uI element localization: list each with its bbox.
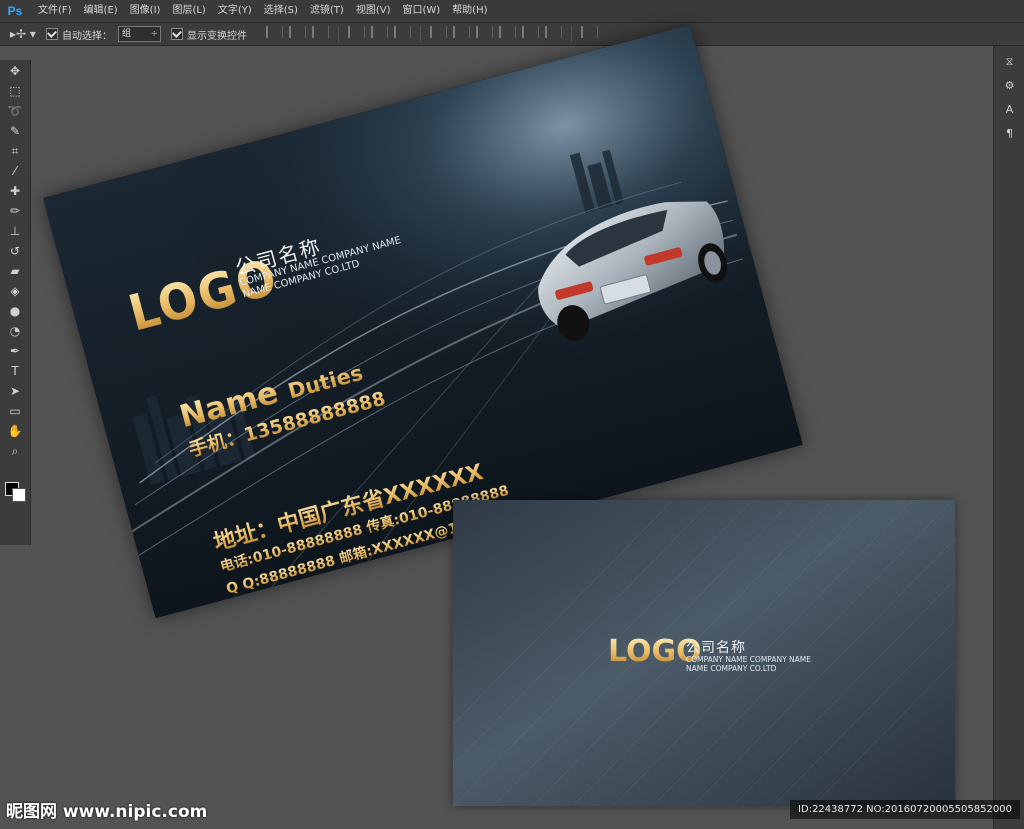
panel-dock: ⧖ ⚙ A ¶: [993, 46, 1024, 829]
path-select-tool-icon[interactable]: ➤: [4, 382, 26, 400]
menu-image[interactable]: 图像(I): [124, 0, 167, 22]
tools-panel: ✥ ⬚ ➰ ✎ ⌗ ⁄ ✚ ✏ ⊥ ↺ ▰ ◈ ● ◔ ✒ T ➤ ▭ ✋ ⌕: [0, 60, 31, 545]
back-company-sub-line-1: COMPANY NAME COMPANY NAME: [686, 655, 812, 664]
back-company-sub-line-2: NAME COMPANY CO.LTD: [686, 664, 777, 673]
eraser-tool-icon[interactable]: ▰: [4, 262, 26, 280]
menu-filter[interactable]: 滤镜(T): [304, 0, 350, 22]
menu-bar: Ps 文件(F) 编辑(E) 图像(I) 图层(L) 文字(Y) 选择(S) 滤…: [0, 0, 1024, 23]
auto-align-icon[interactable]: [581, 26, 598, 38]
separator: [571, 26, 572, 42]
back-business-card[interactable]: LOGO 公司名称 COMPANY NAME COMPANY NAME NAME…: [453, 500, 955, 806]
brush-tool-icon[interactable]: ✏: [4, 202, 26, 220]
move-tool-icon[interactable]: ✥: [4, 62, 26, 80]
show-transform-label: 显示变换控件: [187, 30, 247, 42]
dodge-tool-icon[interactable]: ◔: [4, 322, 26, 340]
menu-type[interactable]: 文字(Y): [212, 0, 258, 22]
menu-help[interactable]: 帮助(H): [446, 0, 493, 22]
menu-edit[interactable]: 编辑(E): [78, 0, 124, 22]
distribute-left-icon[interactable]: [499, 26, 516, 38]
menu-layer[interactable]: 图层(L): [166, 0, 211, 22]
site-watermark: 昵图网 www.nipic.com: [6, 802, 208, 822]
menu-view[interactable]: 视图(V): [350, 0, 397, 22]
paint-bucket-tool-icon[interactable]: ◈: [4, 282, 26, 300]
align-right-icon[interactable]: [394, 26, 411, 38]
auto-select-checkbox[interactable]: [46, 28, 58, 40]
hand-tool-icon[interactable]: ✋: [4, 422, 26, 440]
align-top-icon[interactable]: [266, 26, 283, 38]
distribute-vcenter-icon[interactable]: [453, 26, 470, 38]
move-tool-preset-icon[interactable]: ▸✢ ▾: [10, 25, 36, 43]
back-company-name: 公司名称: [686, 640, 746, 656]
quick-select-tool-icon[interactable]: ✎: [4, 122, 26, 140]
distribute-bottom-icon[interactable]: [476, 26, 493, 38]
menu-window[interactable]: 窗口(W): [396, 0, 446, 22]
type-tool-icon[interactable]: T: [4, 362, 26, 380]
align-left-icon[interactable]: [348, 26, 365, 38]
separator: [338, 26, 339, 42]
auto-select-dropdown[interactable]: 组: [118, 26, 161, 42]
align-vcenter-icon[interactable]: [289, 26, 306, 38]
lasso-tool-icon[interactable]: ➰: [4, 102, 26, 120]
align-hcenter-icon[interactable]: [371, 26, 388, 38]
back-company-subtitle: COMPANY NAME COMPANY NAME NAME COMPANY C…: [686, 655, 811, 673]
distribute-hcenter-icon[interactable]: [522, 26, 539, 38]
auto-select-label: 自动选择：: [62, 30, 112, 42]
clone-stamp-tool-icon[interactable]: ⊥: [4, 222, 26, 240]
pen-tool-icon[interactable]: ✒: [4, 342, 26, 360]
photoshop-logo[interactable]: Ps: [4, 2, 26, 20]
blur-tool-icon[interactable]: ●: [4, 302, 26, 320]
distribute-top-icon[interactable]: [430, 26, 447, 38]
eyedropper-tool-icon[interactable]: ⁄: [4, 162, 26, 180]
healing-brush-tool-icon[interactable]: ✚: [4, 182, 26, 200]
separator: [420, 26, 421, 42]
history-brush-tool-icon[interactable]: ↺: [4, 242, 26, 260]
paragraph-panel-icon[interactable]: ¶: [1001, 126, 1019, 142]
properties-panel-icon[interactable]: ⚙: [1001, 78, 1019, 94]
distribute-right-icon[interactable]: [545, 26, 562, 38]
menu-file[interactable]: 文件(F): [32, 0, 78, 22]
align-buttons: [263, 26, 601, 42]
shape-tool-icon[interactable]: ▭: [4, 402, 26, 420]
character-panel-icon[interactable]: A: [1001, 102, 1019, 118]
show-transform-checkbox[interactable]: [171, 28, 183, 40]
align-bottom-icon[interactable]: [312, 26, 329, 38]
options-bar: ▸✢ ▾ 自动选择： 组 显示变换控件: [0, 23, 1024, 46]
crop-tool-icon[interactable]: ⌗: [4, 142, 26, 160]
menu-select[interactable]: 选择(S): [258, 0, 304, 22]
background-color-swatch[interactable]: [12, 488, 26, 502]
marquee-tool-icon[interactable]: ⬚: [4, 82, 26, 100]
history-panel-icon[interactable]: ⧖: [1001, 54, 1019, 70]
image-id-label: ID:22438772 NO:20160720005505852000: [790, 800, 1020, 819]
zoom-tool-icon[interactable]: ⌕: [4, 442, 26, 460]
